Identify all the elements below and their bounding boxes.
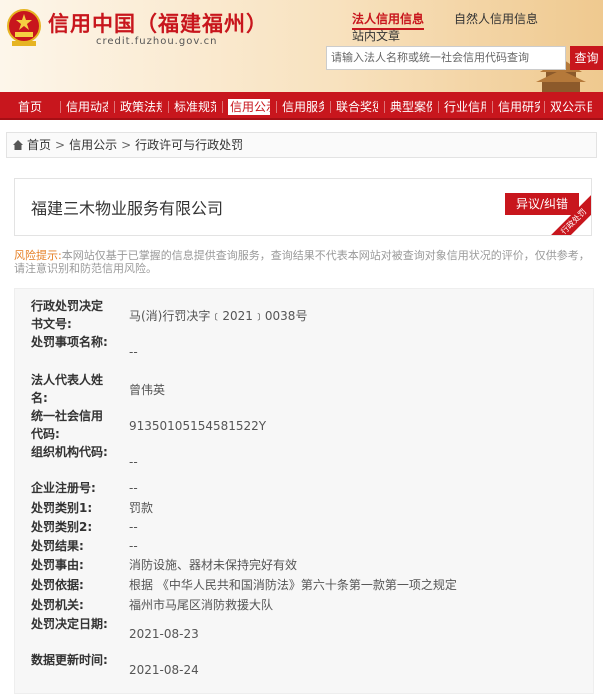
risk-text: 本网站仅基于已掌握的信息提供查询服务，查询结果不代表本网站对被查询对象信用状况的… xyxy=(14,249,590,275)
detail-label: 统一社会信用代码: xyxy=(31,409,104,441)
detail-label: 行政处罚决定书文号: xyxy=(31,299,104,331)
detail-label: 处罚结果: xyxy=(31,539,84,553)
detail-value: 马(消)行罚决字﹝2021﹞0038号 xyxy=(129,309,308,323)
company-card: 福建三木物业服务有限公司 异议/纠错 行政处罚 xyxy=(14,178,592,236)
nav-item-label: 信用研究 xyxy=(498,100,540,114)
dispute-correction-button[interactable]: 异议/纠错 xyxy=(505,193,579,215)
search-input[interactable]: 请输入法人名称或统一社会信用代码查询 xyxy=(326,46,566,70)
detail-label: 处罚类别2: xyxy=(31,520,93,534)
breadcrumb-home[interactable]: 首页 xyxy=(27,138,51,152)
detail-value: 消防设施、器材未保持完好有效 xyxy=(129,558,298,572)
nav-item-10[interactable]: 双公示目录 xyxy=(550,98,592,115)
search-button[interactable]: 查询 xyxy=(570,46,603,70)
nav-item-label: 标准规范 xyxy=(174,100,216,114)
nav-item-2[interactable]: 政策法规 xyxy=(120,98,162,115)
detail-label: 数据更新时间: xyxy=(31,653,108,667)
nav-item-8[interactable]: 行业信用 xyxy=(444,98,486,115)
detail-value: -- xyxy=(129,481,138,495)
site-title[interactable]: 信用中国（福建福州） xyxy=(48,8,268,38)
nav-item-label: 联合奖惩 xyxy=(336,100,378,114)
risk-label: 风险提示: xyxy=(14,249,62,262)
detail-label: 处罚机关: xyxy=(31,598,84,612)
nav-site-articles[interactable]: 站内文章 xyxy=(352,27,400,44)
detail-label: 处罚依据: xyxy=(31,578,84,592)
site-header: 信用中国（福建福州） credit.fuzhou.gov.cn 法人信用信息 自… xyxy=(0,0,603,92)
company-name: 福建三木物业服务有限公司 xyxy=(31,199,224,218)
detail-label: 处罚类别1: xyxy=(31,501,93,515)
nav-natural-credit[interactable]: 自然人信用信息 xyxy=(454,10,538,27)
detail-value: 2021-08-23 xyxy=(129,627,199,641)
detail-label: 法人代表人姓名: xyxy=(31,373,104,405)
detail-value: 福州市马尾区消防救援大队 xyxy=(129,598,274,612)
detail-value: 曾伟英 xyxy=(129,383,166,397)
nav-item-1[interactable]: 信用动态 xyxy=(66,98,108,115)
nav-item-4[interactable]: 信用公示 xyxy=(228,98,270,115)
detail-value: -- xyxy=(129,520,138,534)
detail-label: 组织机构代码: xyxy=(31,445,108,459)
nav-separator xyxy=(330,101,331,113)
nav-item-label: 双公示目录 xyxy=(550,100,592,114)
detail-value: -- xyxy=(129,345,138,359)
nav-separator xyxy=(222,101,223,113)
detail-label: 处罚事由: xyxy=(31,558,84,572)
nav-item-label: 首页 xyxy=(18,100,43,114)
nav-item-6[interactable]: 联合奖惩 xyxy=(336,98,378,115)
detail-label: 企业注册号: xyxy=(31,481,96,495)
nav-item-label: 信用公示 xyxy=(228,99,270,115)
detail-value: 91350105154581522Y xyxy=(129,419,267,433)
detail-value: -- xyxy=(129,539,138,553)
nav-item-3[interactable]: 标准规范 xyxy=(174,98,216,115)
detail-value: 根据 《中华人民共和国消防法》第六十条第一款第一项之规定 xyxy=(129,578,457,592)
breadcrumb-credit-publicity[interactable]: 信用公示 xyxy=(69,138,117,152)
nav-separator xyxy=(276,101,277,113)
nav-item-9[interactable]: 信用研究 xyxy=(498,98,540,115)
nav-item-label: 行业信用 xyxy=(444,100,486,114)
breadcrumb-current: 行政许可与行政处罚 xyxy=(135,138,244,152)
penalty-details-table: 行政处罚决定书文号: 马(消)行罚决字﹝2021﹞0038号处罚事项名称: -- 法人… xyxy=(14,288,594,694)
risk-notice: 风险提示:本网站仅基于已掌握的信息提供查询服务，查询结果不代表本网站对被查询对象… xyxy=(14,249,594,275)
nav-item-7[interactable]: 典型案例 xyxy=(390,98,432,115)
breadcrumb-separator: > xyxy=(121,138,132,152)
nav-separator xyxy=(60,101,61,113)
nav-separator xyxy=(492,101,493,113)
main-navigation: 首页 信用动态政策法规标准规范信用公示信用服务联合奖惩典型案例行业信用信用研究双公… xyxy=(0,92,603,120)
nav-item-label: 典型案例 xyxy=(390,100,432,114)
detail-label: 处罚决定日期: xyxy=(31,617,108,631)
nav-separator xyxy=(438,101,439,113)
nav-separator xyxy=(168,101,169,113)
nav-item-label: 信用服务 xyxy=(282,100,324,114)
nav-item-0[interactable]: 首页 xyxy=(18,98,60,115)
home-icon xyxy=(13,140,23,150)
detail-value: -- xyxy=(129,455,138,469)
nav-item-5[interactable]: 信用服务 xyxy=(282,98,324,115)
nav-item-label: 政策法规 xyxy=(120,100,162,114)
nav-separator xyxy=(544,101,545,113)
nav-separator xyxy=(384,101,385,113)
detail-value: 罚款 xyxy=(129,501,154,515)
nav-item-label: 信用动态 xyxy=(66,100,108,114)
detail-value: 2021-08-24 xyxy=(129,663,199,677)
site-domain: credit.fuzhou.gov.cn xyxy=(96,36,218,47)
detail-label: 处罚事项名称: xyxy=(31,335,108,349)
nav-separator xyxy=(114,101,115,113)
breadcrumb-separator: > xyxy=(55,138,66,152)
breadcrumb: 首页 > 信用公示 > 行政许可与行政处罚 xyxy=(6,132,597,158)
national-emblem-icon xyxy=(7,9,41,46)
